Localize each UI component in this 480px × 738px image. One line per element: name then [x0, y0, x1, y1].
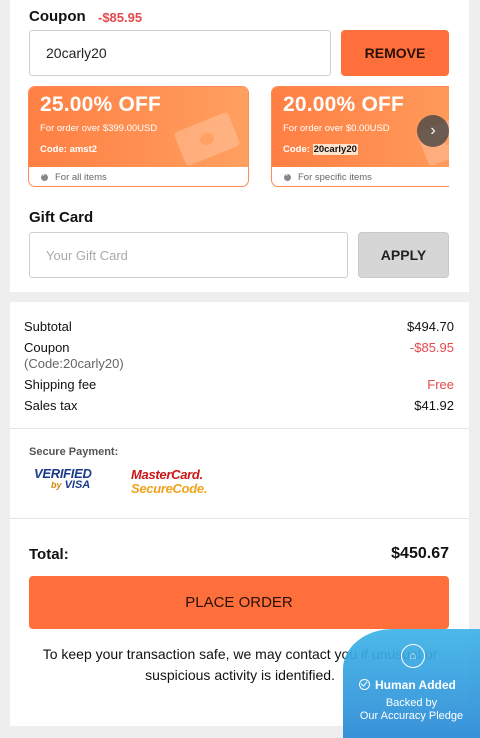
divider [10, 428, 469, 429]
place-order-button[interactable]: PLACE ORDER [29, 576, 449, 629]
secure-payment-label: Secure Payment: [29, 446, 119, 458]
divider [10, 518, 469, 519]
visa-logo-word: VISA [64, 479, 91, 491]
offer-code-label: Code: [40, 144, 67, 155]
coupon-title: Coupon [29, 8, 86, 25]
coupon-code-note: (Code:20carly20) [24, 356, 124, 371]
coupon-label: Coupon [24, 340, 70, 355]
badge-title-text: Human Added [375, 678, 456, 692]
info-icon [41, 172, 48, 181]
tax-label: Sales tax [24, 398, 78, 413]
chevron-right-icon[interactable]: › [417, 115, 449, 147]
badge-line-1: Backed by [385, 697, 438, 709]
gift-card-input[interactable] [29, 232, 348, 278]
offer-scope: For specific items [272, 167, 449, 186]
offer-percent: 25.00% OFF [40, 93, 162, 116]
offer-code: 20carly20 [312, 144, 358, 155]
offer-code-label: Code: [283, 144, 310, 155]
coupon-value: -$85.95 [409, 340, 454, 355]
home-icon: ⌂ [401, 644, 425, 668]
subtotal-value: $494.70 [407, 319, 454, 334]
remove-coupon-button[interactable]: REMOVE [341, 30, 449, 76]
coupon-card: Coupon -$85.95 REMOVE 25.00% OFF For ord… [10, 0, 469, 292]
shipping-value: Free [427, 377, 454, 392]
total-label: Total: [29, 546, 69, 563]
subtotal-label: Subtotal [24, 319, 72, 334]
coupon-discount: -$85.95 [98, 10, 143, 25]
visa-logo-by: by [51, 480, 62, 490]
badge-title: Human Added [359, 678, 456, 692]
offer-percent: 20.00% OFF [283, 93, 405, 116]
badge-subtitle: Backed by Our Accuracy Pledge [343, 697, 480, 723]
ticket-icon [173, 111, 241, 167]
mc-logo-bottom: SecureCode. [131, 481, 208, 496]
visa-logo-bottom: by VISA [51, 479, 100, 491]
coupon-offer-card[interactable]: 25.00% OFF For order over $399.00USD Cod… [28, 86, 249, 187]
info-icon [284, 172, 291, 181]
verified-by-visa-logo: VERIFIED by VISA [34, 466, 100, 506]
shipping-label: Shipping fee [24, 377, 97, 392]
offer-code: amst2 [69, 144, 98, 155]
badge-line-2: Our Accuracy Pledge [359, 710, 464, 722]
offer-scope-text: For all items [55, 171, 107, 183]
check-circle-icon [359, 679, 370, 690]
gift-card-title: Gift Card [29, 209, 94, 226]
coupon-offers-carousel: 25.00% OFF For order over $399.00USD Cod… [28, 86, 449, 188]
coupon-code-input[interactable] [29, 30, 331, 76]
total-value: $450.67 [391, 545, 449, 562]
mc-logo-top: MasterCard. [131, 467, 203, 482]
offer-scope: For all items [29, 167, 248, 186]
accuracy-pledge-badge[interactable]: ⌂ Human Added Backed by Our Accuracy Ple… [343, 629, 480, 738]
tax-value: $41.92 [414, 398, 454, 413]
mastercard-securecode-logo: MasterCard. SecureCode. [131, 468, 217, 502]
apply-gift-card-button[interactable]: APPLY [358, 232, 449, 278]
offer-scope-text: For specific items [298, 171, 372, 183]
offer-header: 25.00% OFF For order over $399.00USD Cod… [29, 87, 248, 167]
